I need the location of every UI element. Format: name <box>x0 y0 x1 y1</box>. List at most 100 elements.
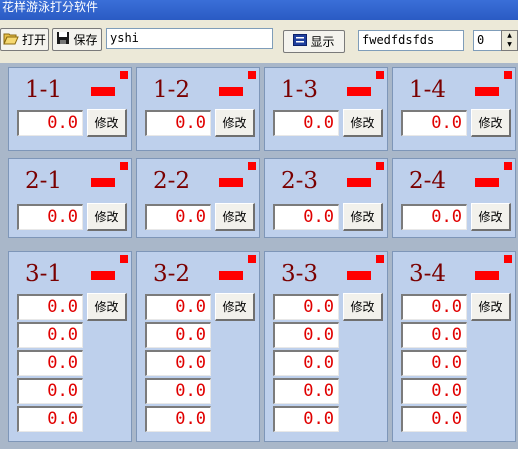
modify-button[interactable]: 修改 <box>215 109 255 137</box>
score-field[interactable]: 0.0 <box>145 322 211 348</box>
score-field[interactable]: 0.0 <box>17 294 83 320</box>
score-field[interactable]: 0.0 <box>273 110 339 136</box>
judge-panel: 3-3 0.0 0.0 0.0 0.0 0.0 修改 <box>264 251 388 442</box>
status-bar-indicator <box>91 87 115 96</box>
judge-label: 1-4 <box>409 77 447 103</box>
status-bar-indicator <box>219 271 243 280</box>
status-bar-indicator <box>347 271 371 280</box>
display-button[interactable]: 显示 <box>283 30 345 53</box>
judge-label: 2-4 <box>409 168 447 194</box>
status-bar-indicator <box>91 178 115 187</box>
modify-button[interactable]: 修改 <box>471 293 511 321</box>
name-input[interactable]: yshi <box>106 28 273 49</box>
status-bar-indicator <box>475 178 499 187</box>
score-field[interactable]: 0.0 <box>145 204 211 230</box>
status-square-indicator <box>504 162 512 170</box>
judge-label: 3-4 <box>409 261 447 287</box>
modify-button[interactable]: 修改 <box>471 109 511 137</box>
modify-button[interactable]: 修改 <box>87 109 127 137</box>
status-bar-indicator <box>219 87 243 96</box>
judge-label: 1-3 <box>281 77 319 103</box>
score-field[interactable]: 0.0 <box>401 322 467 348</box>
open-label: 打开 <box>21 33 46 47</box>
judge-panel: 2-2 0.0 修改 <box>136 158 260 238</box>
status-square-indicator <box>376 255 384 263</box>
score-field[interactable]: 0.0 <box>17 204 83 230</box>
score-field[interactable]: 0.0 <box>401 110 467 136</box>
judge-panel: 1-3 0.0 修改 <box>264 67 388 151</box>
status-square-indicator <box>248 255 256 263</box>
display-icon <box>293 34 308 49</box>
modify-button[interactable]: 修改 <box>343 203 383 231</box>
score-field[interactable]: 0.0 <box>145 294 211 320</box>
score-field[interactable]: 0.0 <box>401 378 467 404</box>
judge-panel: 1-2 0.0 修改 <box>136 67 260 151</box>
judge-panel: 3-2 0.0 0.0 0.0 0.0 0.0 修改 <box>136 251 260 442</box>
status-bar-indicator <box>91 271 115 280</box>
score-field[interactable]: 0.0 <box>145 406 211 432</box>
judge-panel: 2-3 0.0 修改 <box>264 158 388 238</box>
spin-down-arrow-icon[interactable]: ▼ <box>502 40 517 49</box>
code-input[interactable]: fwedfdsfds <box>358 30 464 51</box>
modify-button[interactable]: 修改 <box>471 203 511 231</box>
status-bar-indicator <box>347 87 371 96</box>
status-square-indicator <box>376 71 384 79</box>
judge-panel: 2-1 0.0 修改 <box>8 158 132 238</box>
judge-label: 3-1 <box>25 261 63 287</box>
window-title: 花样游泳打分软件 <box>2 0 99 14</box>
score-field[interactable]: 0.0 <box>273 378 339 404</box>
score-field[interactable]: 0.0 <box>17 406 83 432</box>
score-field[interactable]: 0.0 <box>273 204 339 230</box>
judge-label: 2-1 <box>25 168 63 194</box>
score-field[interactable]: 0.0 <box>401 350 467 376</box>
count-input[interactable]: 0 <box>473 30 502 51</box>
status-square-indicator <box>120 162 128 170</box>
modify-button[interactable]: 修改 <box>87 293 127 321</box>
score-field[interactable]: 0.0 <box>273 350 339 376</box>
judge-label: 1-1 <box>25 77 63 103</box>
count-spinner[interactable]: ▲ ▼ <box>501 30 518 51</box>
score-field[interactable]: 0.0 <box>17 378 83 404</box>
judge-label: 1-2 <box>153 77 191 103</box>
display-label: 显示 <box>310 35 335 49</box>
score-field[interactable]: 0.0 <box>145 350 211 376</box>
score-field[interactable]: 0.0 <box>273 294 339 320</box>
toolbar: 打开 保存 yshi 显示 fwedfdsfds 0 <box>0 20 518 63</box>
status-bar-indicator <box>475 271 499 280</box>
score-field[interactable]: 0.0 <box>273 406 339 432</box>
status-square-indicator <box>504 255 512 263</box>
status-square-indicator <box>248 71 256 79</box>
judge-panel: 1-1 0.0 修改 <box>8 67 132 151</box>
judge-panel: 1-4 0.0 修改 <box>392 67 516 151</box>
status-bar-indicator <box>347 178 371 187</box>
score-field[interactable]: 0.0 <box>401 204 467 230</box>
score-field[interactable]: 0.0 <box>145 378 211 404</box>
save-label: 保存 <box>73 33 98 47</box>
open-button[interactable]: 打开 <box>0 28 49 51</box>
judge-panel: 3-4 0.0 0.0 0.0 0.0 0.0 修改 <box>392 251 516 442</box>
status-square-indicator <box>248 162 256 170</box>
modify-button[interactable]: 修改 <box>215 293 255 321</box>
score-field[interactable]: 0.0 <box>17 322 83 348</box>
modify-button[interactable]: 修改 <box>87 203 127 231</box>
status-square-indicator <box>376 162 384 170</box>
status-bar-indicator <box>219 178 243 187</box>
score-field[interactable]: 0.0 <box>17 350 83 376</box>
score-field[interactable]: 0.0 <box>17 110 83 136</box>
judge-label: 3-3 <box>281 261 319 287</box>
title-bar: 花样游泳打分软件 <box>0 0 518 20</box>
score-field[interactable]: 0.0 <box>401 294 467 320</box>
save-button[interactable]: 保存 <box>52 28 102 51</box>
spin-up-arrow-icon[interactable]: ▲ <box>502 31 517 40</box>
modify-button[interactable]: 修改 <box>343 109 383 137</box>
score-field[interactable]: 0.0 <box>401 406 467 432</box>
score-field[interactable]: 0.0 <box>145 110 211 136</box>
status-square-indicator <box>504 71 512 79</box>
modify-button[interactable]: 修改 <box>343 293 383 321</box>
score-field[interactable]: 0.0 <box>273 322 339 348</box>
modify-button[interactable]: 修改 <box>215 203 255 231</box>
judge-panel: 3-1 0.0 0.0 0.0 0.0 0.0 修改 <box>8 251 132 442</box>
folder-open-icon <box>3 31 19 48</box>
judge-panel: 2-4 0.0 修改 <box>392 158 516 238</box>
floppy-disk-icon <box>56 31 70 48</box>
